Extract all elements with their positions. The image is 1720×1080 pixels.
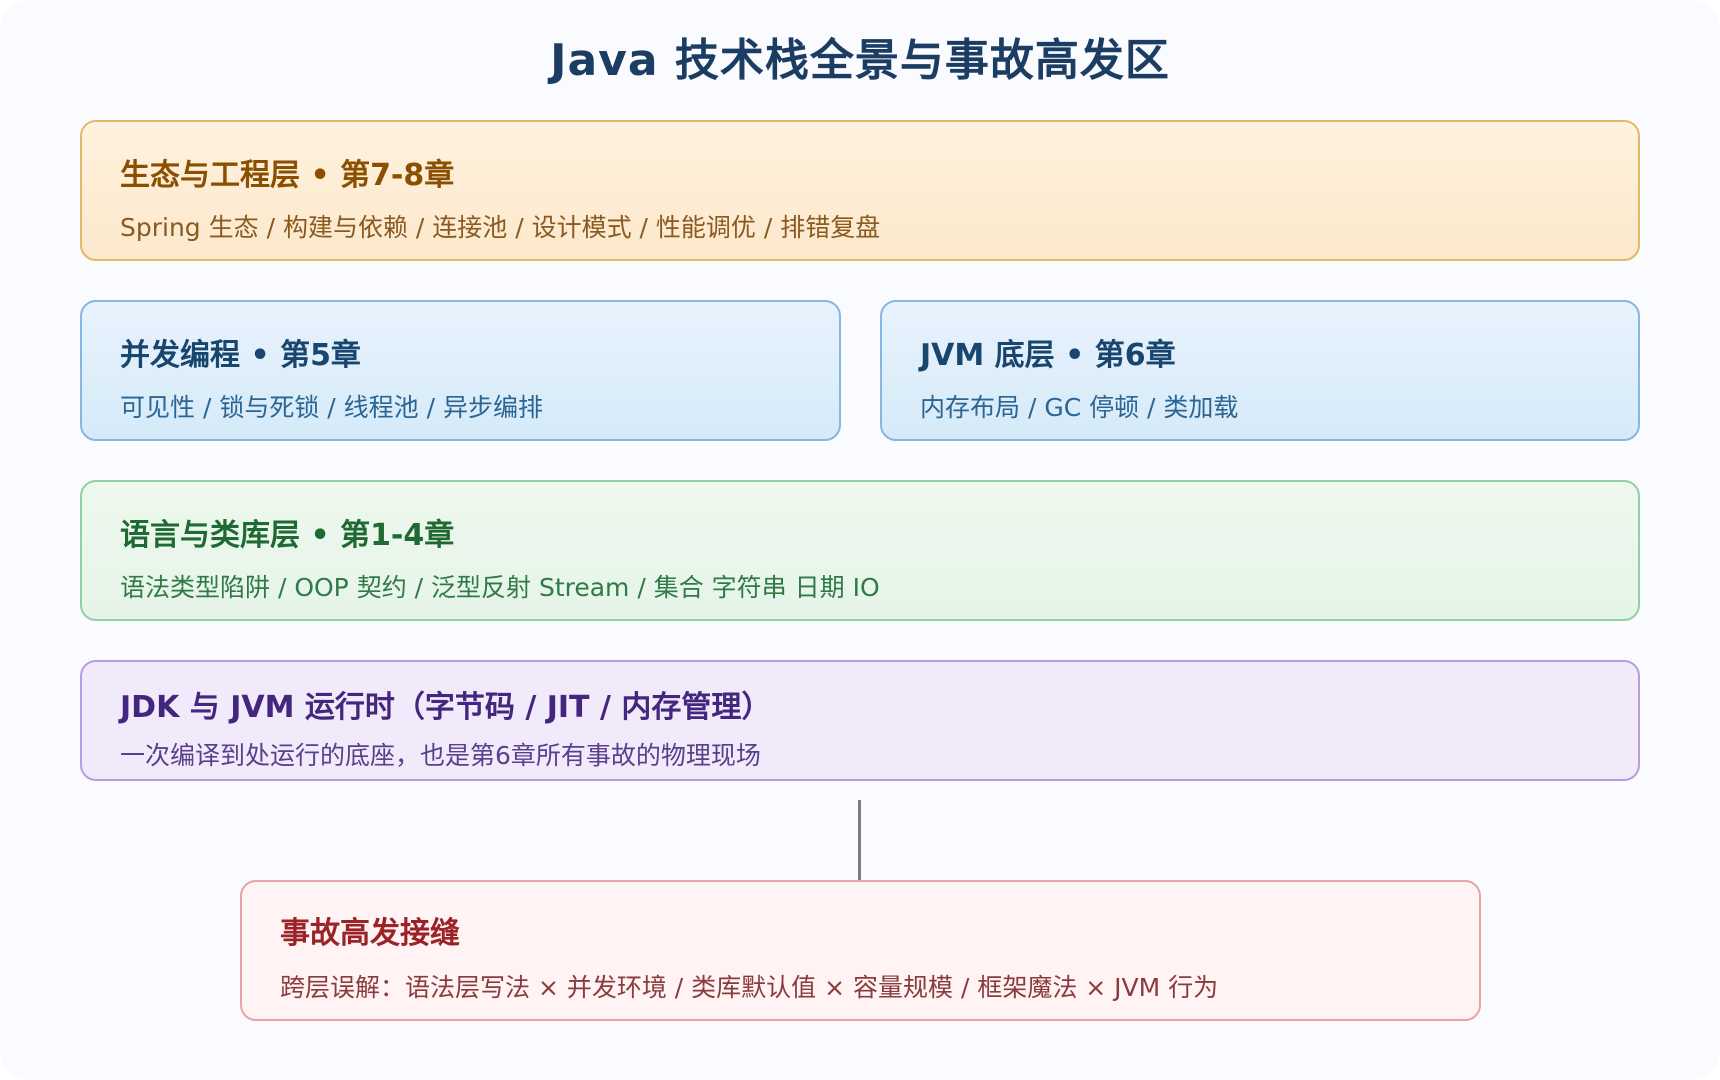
jvm-layer-heading: JVM 底层 • 第6章 — [920, 338, 1176, 373]
ecosystem-layer-items: Spring 生态 / 构建与依赖 / 连接池 / 设计模式 / 性能调优 / … — [120, 213, 881, 242]
jvm-layer-box: JVM 底层 • 第6章 内存布局 / GC 停顿 / 类加载 — [880, 300, 1640, 441]
ecosystem-layer-box: 生态与工程层 • 第7-8章 Spring 生态 / 构建与依赖 / 连接池 /… — [80, 120, 1640, 261]
ecosystem-layer-heading: 生态与工程层 • 第7-8章 — [120, 158, 455, 193]
runtime-layer-heading: JDK 与 JVM 运行时（字节码 / JIT / 内存管理） — [120, 690, 772, 725]
diagram-canvas: Java 技术栈全景与事故高发区 生态与工程层 • 第7-8章 Spring 生… — [0, 0, 1720, 1080]
incident-zone-box: 事故高发接缝 跨层误解：语法层写法 × 并发环境 / 类库默认值 × 容量规模 … — [240, 880, 1481, 1021]
connector-line — [858, 800, 861, 880]
jvm-layer-items: 内存布局 / GC 停顿 / 类加载 — [920, 393, 1239, 422]
concurrency-layer-items: 可见性 / 锁与死锁 / 线程池 / 异步编排 — [120, 393, 543, 422]
language-layer-heading: 语言与类库层 • 第1-4章 — [120, 518, 455, 553]
runtime-layer-items: 一次编译到处运行的底座，也是第6章所有事故的物理现场 — [120, 741, 761, 770]
page-title: Java 技术栈全景与事故高发区 — [550, 35, 1170, 86]
incident-zone-items: 跨层误解：语法层写法 × 并发环境 / 类库默认值 × 容量规模 / 框架魔法 … — [280, 973, 1219, 1002]
concurrency-layer-heading: 并发编程 • 第5章 — [120, 338, 361, 373]
runtime-layer-box: JDK 与 JVM 运行时（字节码 / JIT / 内存管理） 一次编译到处运行… — [80, 660, 1640, 781]
concurrency-layer-box: 并发编程 • 第5章 可见性 / 锁与死锁 / 线程池 / 异步编排 — [80, 300, 841, 441]
incident-zone-heading: 事故高发接缝 — [280, 916, 460, 951]
language-layer-box: 语言与类库层 • 第1-4章 语法类型陷阱 / OOP 契约 / 泛型反射 St… — [80, 480, 1640, 621]
language-layer-items: 语法类型陷阱 / OOP 契约 / 泛型反射 Stream / 集合 字符串 日… — [120, 573, 880, 602]
